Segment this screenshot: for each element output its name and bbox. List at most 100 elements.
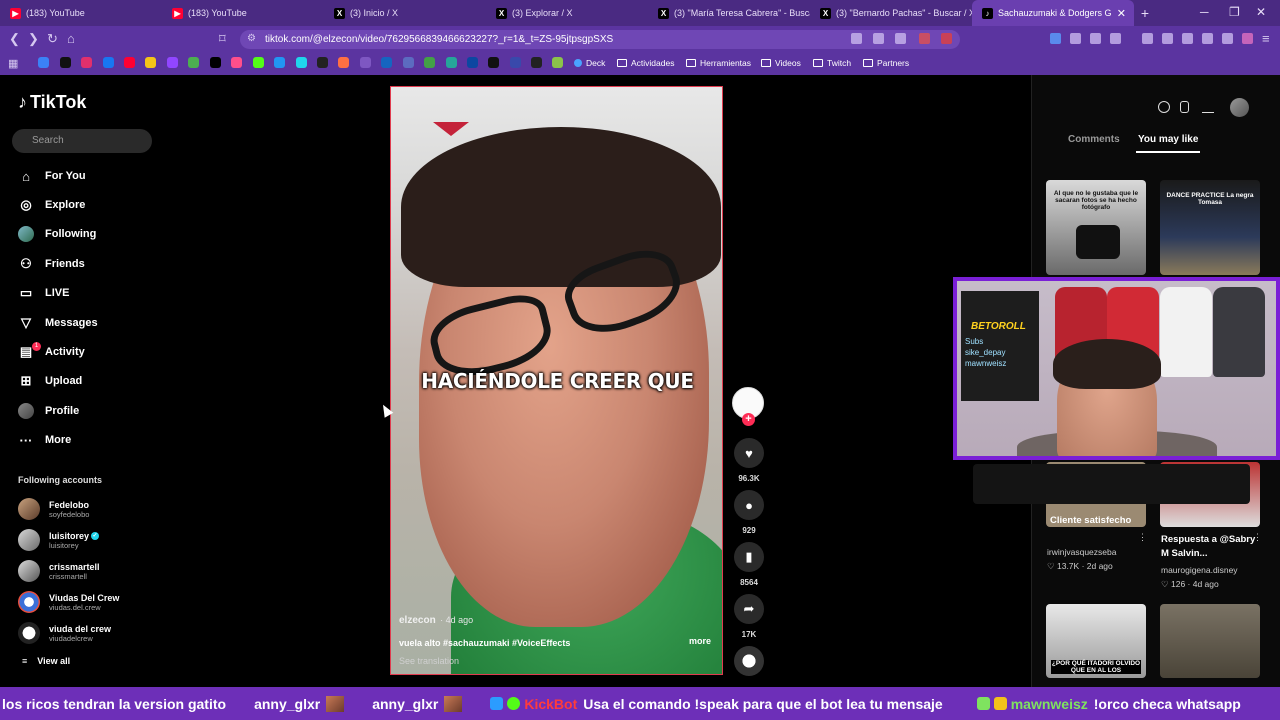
extension-icon[interactable] — [1090, 33, 1101, 44]
bookmark-deck[interactable]: Deck — [574, 58, 605, 68]
bookmark-favicon[interactable] — [424, 57, 435, 68]
new-tab-button[interactable]: + — [1134, 5, 1156, 21]
bookmark-favicon[interactable] — [188, 57, 199, 68]
bookmark-favicon[interactable] — [403, 57, 414, 68]
bookmark-favicon[interactable] — [531, 57, 542, 68]
back-icon[interactable]: ❮ — [9, 31, 20, 47]
comment-button[interactable]: ● — [734, 490, 764, 520]
video-thumbnail[interactable]: DANCE PRACTICE La negra Tomasa — [1160, 180, 1260, 275]
nav-for-you[interactable]: ⌂ For You — [18, 165, 85, 187]
view-all-link[interactable]: ≡ View all — [22, 656, 80, 667]
bookmark-favicon[interactable] — [488, 57, 499, 68]
video-thumbnail[interactable]: ¿POR QUÉ ITADORI OLVIDO QUE EN AL LOS — [1046, 604, 1146, 678]
nav-activity[interactable]: ▤ Activity — [18, 341, 85, 363]
nav-explore[interactable]: ◎ Explore — [18, 194, 85, 216]
extension-icon[interactable] — [1162, 33, 1173, 44]
following-account[interactable]: viuda del crew viudadelcrew — [18, 620, 111, 646]
home-icon[interactable]: ⌂ — [67, 31, 75, 46]
bookmark-folder[interactable]: Videos — [761, 58, 801, 68]
following-account[interactable]: Fedelobo soyfedelobo — [18, 496, 89, 522]
video-thumbnail[interactable]: Al que no le gustaba que le sacaran foto… — [1046, 180, 1146, 275]
tiktok-logo[interactable]: ♪ TikTok — [18, 92, 86, 113]
extension-icon[interactable] — [1110, 33, 1121, 44]
extension-icon[interactable] — [851, 33, 862, 44]
more-options-icon[interactable]: ⋮ — [1253, 532, 1262, 543]
download-icon[interactable] — [1142, 33, 1153, 44]
rec-title[interactable]: Cliente satisfecho — [1050, 514, 1131, 528]
nav-friends[interactable]: ⚇ Friends — [18, 253, 85, 275]
following-account[interactable]: luisitorey ✓ luisitorey — [18, 527, 100, 553]
bookmark-favicon[interactable] — [338, 57, 349, 68]
bookmark-folder[interactable]: Twitch — [813, 58, 851, 68]
youtube-icon[interactable] — [124, 57, 135, 68]
forward-icon[interactable]: ❯ — [28, 31, 39, 47]
instagram-icon[interactable] — [81, 57, 92, 68]
explore-icon[interactable] — [1158, 101, 1170, 113]
browser-tab[interactable]: X (3) "María Teresa Cabrera" - Buscar / — [648, 0, 810, 26]
nav-upload[interactable]: ⊞ Upload — [18, 370, 83, 392]
maximize-icon[interactable]: ❐ — [1229, 5, 1240, 19]
nav-more[interactable]: ··· More — [18, 429, 72, 451]
bookmark-favicon[interactable] — [552, 57, 563, 68]
extension-icon[interactable] — [1202, 33, 1213, 44]
bookmark-folder[interactable]: Herramientas — [686, 58, 751, 68]
bookmark-favicon[interactable] — [446, 57, 457, 68]
follow-button[interactable]: + — [742, 413, 755, 426]
close-window-icon[interactable]: ✕ — [1256, 5, 1266, 19]
like-button[interactable]: ♥ — [734, 438, 764, 468]
download-icon[interactable] — [1202, 101, 1214, 113]
browser-tab[interactable]: X (3) Inicio / X — [324, 0, 486, 26]
reload-icon[interactable]: ↻ — [47, 31, 58, 47]
bookmark-favicon[interactable] — [381, 57, 392, 68]
tab-you-may-like[interactable]: You may like — [1138, 134, 1198, 145]
extension-icon[interactable] — [919, 33, 930, 44]
bookmark-favicon[interactable] — [38, 57, 49, 68]
bookmark-folder[interactable]: Partners — [863, 58, 909, 68]
nav-live[interactable]: ▭ LIVE — [18, 282, 70, 304]
extension-icon[interactable] — [1070, 33, 1081, 44]
bookmark-icon[interactable]: ⌑ — [219, 31, 226, 47]
bookmark-favicon[interactable] — [467, 57, 478, 68]
browser-tab-active[interactable]: ♪ Sachauzumaki & Dodgers G ✕ — [972, 0, 1134, 26]
more-button[interactable]: more — [689, 636, 711, 646]
extension-icon[interactable] — [1242, 33, 1253, 44]
more-options-icon[interactable]: ⋮ — [1138, 532, 1147, 543]
menu-icon[interactable]: ≡ — [1262, 31, 1270, 46]
video-thumbnail[interactable] — [1160, 604, 1260, 678]
kick-icon[interactable] — [253, 57, 264, 68]
browser-tab[interactable]: X (3) Explorar / X — [486, 0, 648, 26]
extension-icon[interactable] — [873, 33, 884, 44]
site-info-icon[interactable]: ⚙ — [247, 33, 256, 44]
video-description[interactable]: vuela alto #sachauzumaki #VoiceEffects — [399, 638, 719, 648]
search-input[interactable]: Search — [12, 129, 152, 153]
user-avatar[interactable] — [1230, 98, 1249, 117]
extension-icon[interactable] — [895, 33, 906, 44]
bookmark-favicon[interactable] — [296, 57, 307, 68]
nav-profile[interactable]: Profile — [18, 400, 79, 422]
browser-tab[interactable]: X (3) "Bernardo Pachas" - Buscar / X — [810, 0, 972, 26]
extension-icon[interactable] — [1050, 33, 1061, 44]
extension-icon[interactable] — [941, 33, 952, 44]
rec-user[interactable]: irwinjvasquezseba — [1047, 547, 1116, 557]
following-account[interactable]: crissmartell crissmartell — [18, 558, 100, 584]
device-icon[interactable] — [1180, 101, 1189, 113]
bookmark-favicon[interactable] — [167, 57, 178, 68]
x-icon[interactable] — [210, 57, 221, 68]
rec-title[interactable]: Respuesta a @Sabry M Salvin... — [1161, 533, 1256, 561]
nav-following[interactable]: Following — [18, 223, 96, 245]
bookmark-favicon[interactable] — [510, 57, 521, 68]
extension-icon[interactable] — [1182, 33, 1193, 44]
rec-user[interactable]: maurogigena.disney — [1161, 565, 1238, 575]
music-disc[interactable] — [734, 646, 764, 676]
facebook-icon[interactable] — [103, 57, 114, 68]
bookmark-favicon[interactable] — [145, 57, 156, 68]
share-button[interactable]: ➦ — [734, 594, 764, 624]
extension-icon[interactable] — [1222, 33, 1233, 44]
bookmark-favicon[interactable] — [317, 57, 328, 68]
close-tab-icon[interactable]: ✕ — [1117, 7, 1126, 20]
tiktok-icon[interactable] — [60, 57, 71, 68]
bookmark-favicon[interactable] — [231, 57, 242, 68]
browser-tab[interactable]: ▶ (183) YouTube — [0, 0, 162, 26]
save-button[interactable]: ▮ — [734, 542, 764, 572]
browser-tab[interactable]: ▶ (183) YouTube — [162, 0, 324, 26]
